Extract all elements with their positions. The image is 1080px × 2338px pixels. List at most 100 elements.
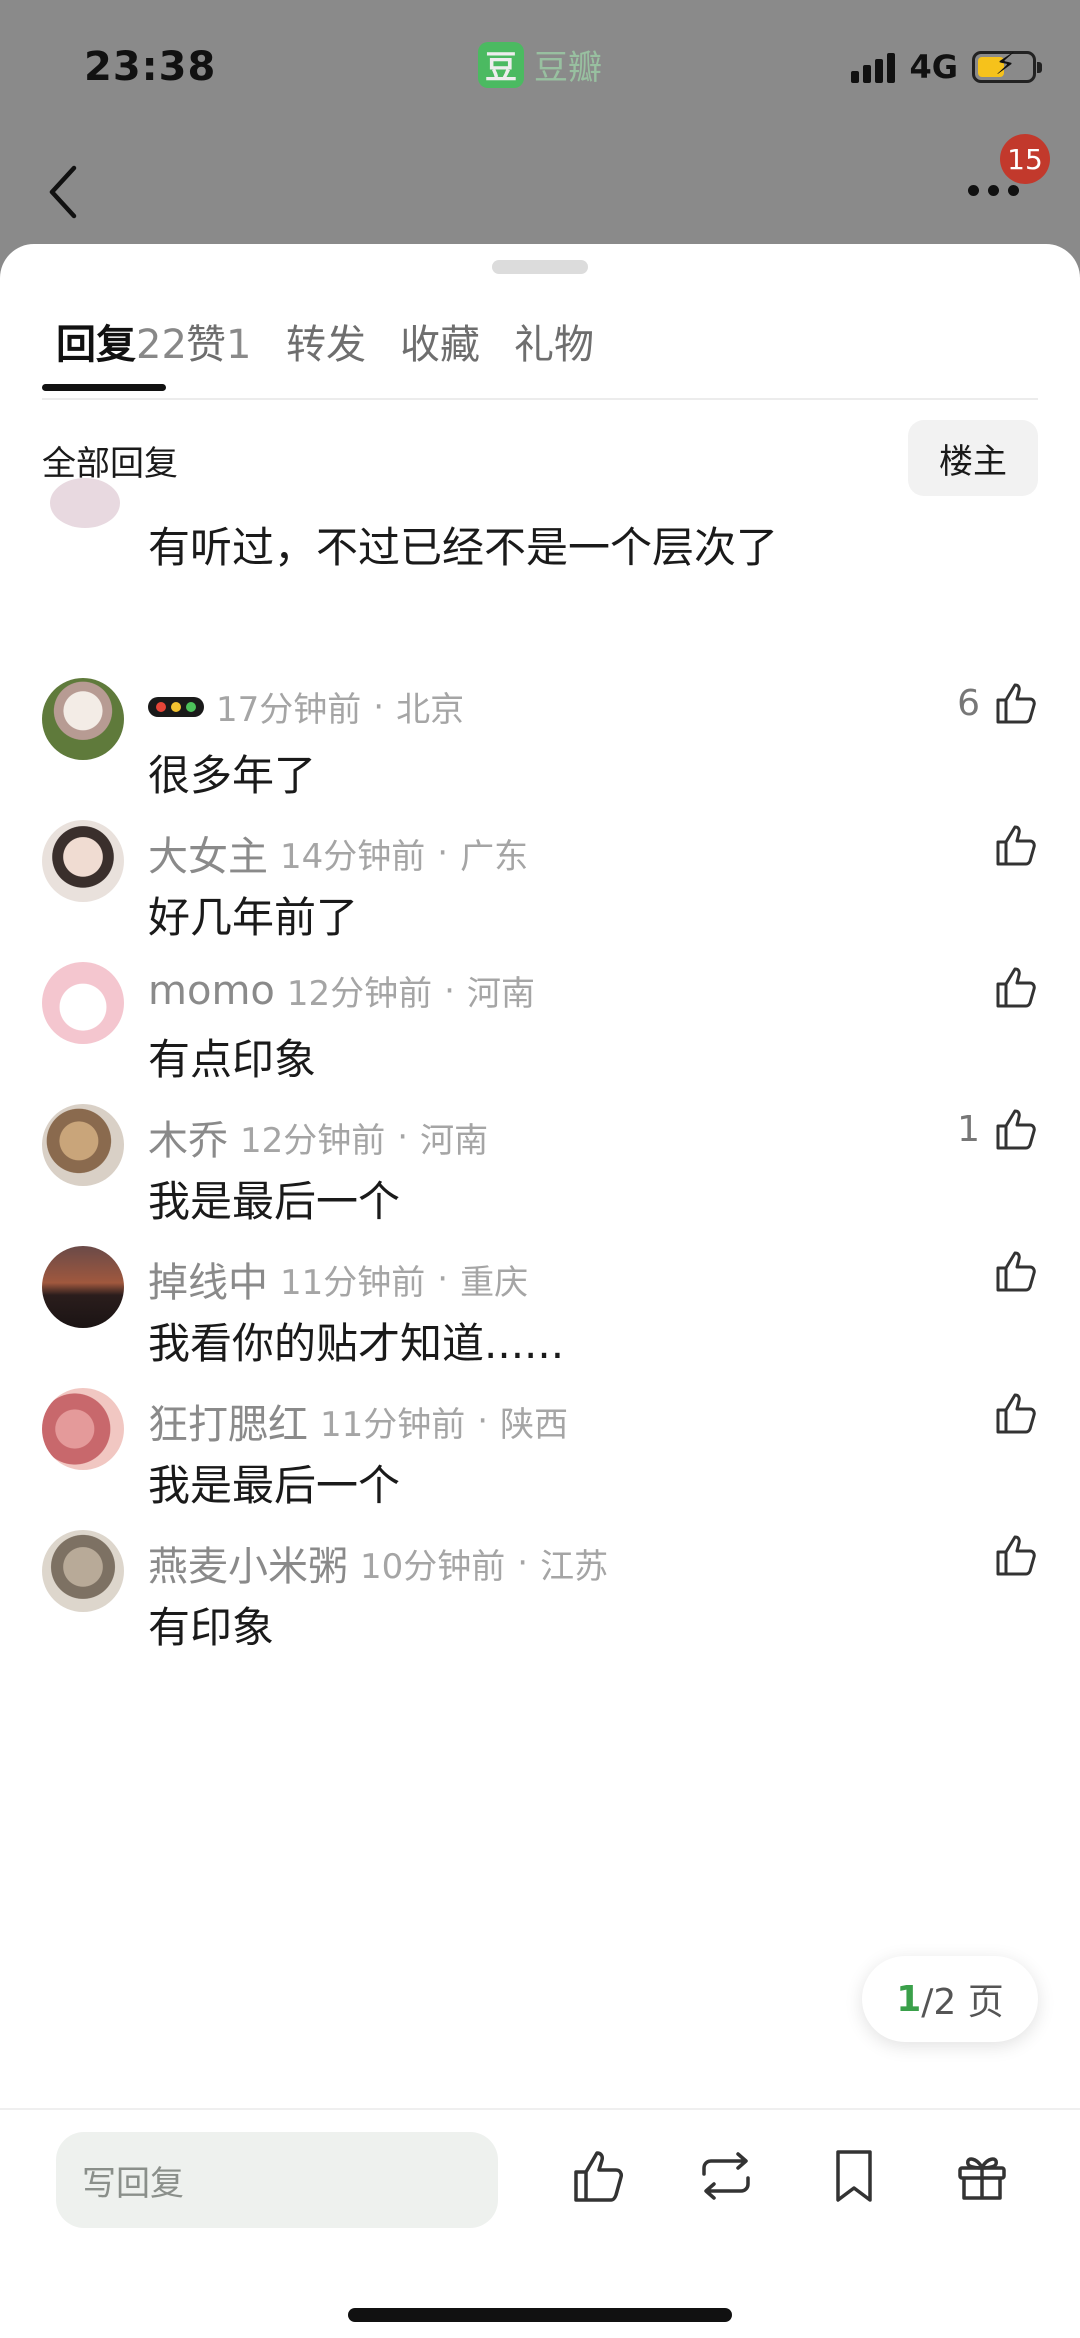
comment-text: 有印象 [148, 1603, 275, 1652]
like-button[interactable] [980, 1388, 1040, 1438]
comment-username[interactable]: 掉线中 [148, 1250, 268, 1308]
comment-username[interactable]: 木乔 [148, 1108, 228, 1166]
comment-text: 我是最后一个 [148, 1177, 401, 1226]
total-pages: /2 页 [921, 1982, 1004, 2023]
gift-icon[interactable] [950, 2144, 1014, 2208]
app-indicator: 豆 豆瓣 [478, 40, 602, 89]
comment-location: 河南 [466, 974, 535, 1014]
avatar[interactable] [42, 962, 124, 1044]
like-count: 1 [957, 1108, 980, 1150]
thumbs-up-icon[interactable] [566, 2144, 630, 2208]
comment-time: 14分钟前 [280, 836, 426, 877]
reply-input[interactable]: 写回复 [56, 2132, 498, 2228]
comment-username[interactable]: 大女主 [148, 824, 268, 882]
comment-time: 10分钟前 [360, 1546, 506, 1587]
comment-username[interactable]: 燕麦小米粥 [148, 1534, 348, 1592]
avatar[interactable] [42, 678, 124, 760]
comment-text: 好几年前了 [148, 893, 359, 942]
comment-time: 17分钟前 [216, 690, 362, 730]
comment-username[interactable]: momo [148, 968, 275, 1014]
comment-text: 很多年了 [148, 751, 317, 800]
like-button[interactable] [980, 1530, 1040, 1580]
avatar[interactable] [50, 478, 120, 528]
page-indicator[interactable]: 1 /2 页 [862, 1956, 1038, 2042]
meta-separator: · [517, 1543, 529, 1583]
comment-text: 我是最后一个 [148, 1461, 401, 1510]
comment-location: 河南 [420, 1120, 489, 1161]
thumbs-up-icon [996, 683, 1036, 724]
avatar[interactable] [42, 1388, 124, 1470]
battery-icon: ⚡ [972, 50, 1042, 83]
meta-separator: · [437, 833, 449, 873]
comment-location: 江苏 [540, 1546, 609, 1587]
comment-location: 北京 [396, 690, 465, 730]
status-time: 23:38 [84, 44, 217, 90]
meta-separator: · [444, 970, 455, 1011]
home-indicator[interactable] [348, 2308, 732, 2322]
comment-time: 11分钟前 [280, 1262, 426, 1303]
tab-bar: 回复22 赞1 转发 收藏 礼物 [42, 304, 1038, 400]
comment-text: 有点印象 [148, 1035, 317, 1084]
thumbs-up-icon [996, 967, 1036, 1008]
status-bar: 23:38 豆 豆瓣 4G ⚡ [0, 0, 1080, 140]
avatar[interactable] [42, 1246, 124, 1328]
bookmark-icon[interactable] [822, 2144, 886, 2208]
tab-reposts[interactable]: 转发 [286, 312, 366, 370]
comment-time: 12分钟前 [286, 974, 433, 1014]
comment-time: 11分钟前 [320, 1404, 466, 1445]
list-item[interactable]: 燕麦小米粥 10分钟前 · 江苏 有印象 [0, 1530, 1080, 1730]
back-icon[interactable] [44, 162, 84, 222]
thumbs-up-icon [996, 1535, 1036, 1576]
owner-only-button[interactable]: 楼主 [908, 420, 1038, 496]
tab-gifts[interactable]: 礼物 [514, 312, 594, 370]
thumbs-up-icon [996, 825, 1036, 866]
bottom-action-bar: 写回复 [0, 2108, 1080, 2338]
all-replies-label: 全部回复 [42, 444, 178, 484]
avatar[interactable] [42, 820, 124, 902]
comment-text: 有听过，不过已经不是一个层次了 [148, 523, 779, 572]
signal-icon [851, 51, 896, 83]
comment-text: 我看你的贴才知道...... [148, 1319, 565, 1368]
thumbs-up-icon [996, 1393, 1036, 1434]
comment-username[interactable]: 狂打腮红 [148, 1392, 308, 1450]
meta-separator: · [477, 1401, 489, 1441]
douban-logo-icon: 豆 [478, 41, 524, 88]
comment-list[interactable]: 有听过，不过已经不是一个层次了 17分钟前 · 北京 很多年了 6 大女主 14… [0, 478, 1080, 2106]
like-button[interactable]: 1 [957, 1104, 1040, 1154]
comment-meta: 狂打腮红 11分钟前 · 陕西 [148, 1392, 568, 1450]
network-type: 4G [909, 48, 958, 86]
thumbs-up-icon [996, 1251, 1036, 1292]
comment-time: 12分钟前 [240, 1120, 386, 1161]
meta-separator: · [373, 686, 385, 727]
sheet-drag-handle[interactable] [492, 260, 588, 274]
status-icons: 4G ⚡ [851, 48, 1042, 86]
tab-replies[interactable]: 回复22 [56, 312, 187, 370]
comment-meta: 17分钟前 · 北京 [148, 682, 464, 731]
avatar[interactable] [42, 1104, 124, 1186]
comment-meta: 掉线中 11分钟前 · 重庆 [148, 1250, 528, 1308]
active-tab-indicator [42, 384, 166, 391]
avatar[interactable] [42, 1530, 124, 1612]
meta-separator: · [437, 1259, 449, 1299]
comment-location: 重庆 [460, 1262, 529, 1303]
tab-collect[interactable]: 收藏 [400, 312, 480, 370]
thumbs-up-icon [996, 1109, 1036, 1150]
tab-likes[interactable]: 赞1 [186, 312, 251, 370]
comment-meta: 木乔 12分钟前 · 河南 [148, 1108, 488, 1166]
comment-meta: 燕麦小米粥 10分钟前 · 江苏 [148, 1534, 608, 1592]
repost-icon[interactable] [694, 2144, 758, 2208]
current-page: 1 [896, 1978, 922, 2020]
filter-row: 全部回复 楼主 [0, 414, 1080, 504]
like-count: 6 [957, 682, 980, 724]
like-button[interactable] [980, 1246, 1040, 1296]
comment-location: 陕西 [500, 1404, 569, 1445]
like-button[interactable] [980, 962, 1040, 1012]
replies-sheet: 回复22 赞1 转发 收藏 礼物 全部回复 楼主 有听过，不过已经不是一个层次了… [0, 244, 1080, 2338]
like-button[interactable] [980, 820, 1040, 870]
comment-meta: 大女主 14分钟前 · 广东 [148, 824, 528, 882]
app-name: 豆瓣 [534, 48, 602, 88]
traffic-light-avatar-name-icon [148, 696, 204, 717]
notification-badge[interactable]: 15 [1000, 134, 1050, 184]
like-button[interactable]: 6 [957, 678, 1040, 728]
meta-separator: · [397, 1117, 409, 1157]
